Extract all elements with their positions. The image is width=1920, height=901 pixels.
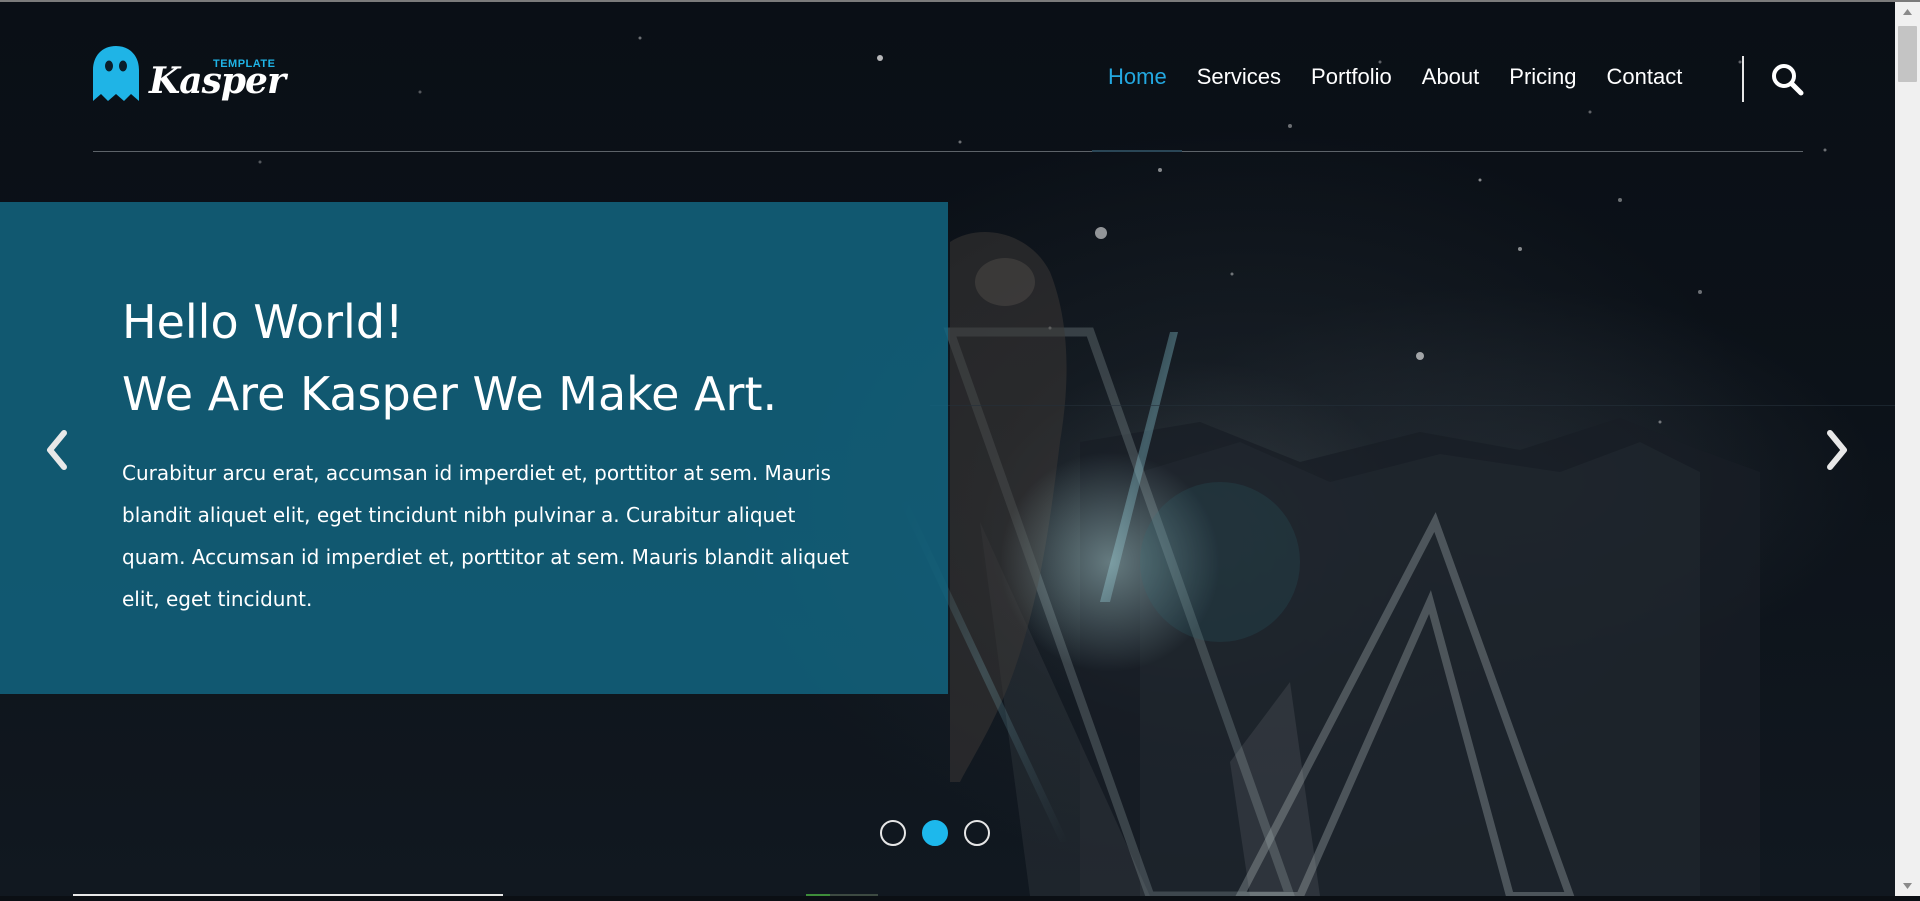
kasper-logo[interactable]: TEMPLATE Kasper bbox=[93, 46, 286, 108]
nav-item-about[interactable]: About bbox=[1422, 64, 1480, 90]
scroll-down-arrow-icon bbox=[1903, 883, 1912, 889]
scroll-up-button[interactable] bbox=[1895, 2, 1920, 22]
search-button[interactable] bbox=[1770, 62, 1804, 96]
slider-dot-1[interactable] bbox=[880, 820, 906, 846]
nav-item-portfolio[interactable]: Portfolio bbox=[1311, 64, 1392, 90]
hero-section: TEMPLATE Kasper Home Services Portfolio … bbox=[0, 2, 1895, 896]
chevron-left-icon bbox=[47, 430, 67, 470]
main-nav: Home Services Portfolio About Pricing Co… bbox=[1108, 64, 1712, 90]
slider-dot-2[interactable] bbox=[922, 820, 948, 846]
scroll-up-arrow-icon bbox=[1903, 9, 1912, 15]
slider-dot-3[interactable] bbox=[964, 820, 990, 846]
nav-separator bbox=[1742, 56, 1744, 102]
ghost-icon bbox=[93, 46, 139, 101]
slide-title-line-1: Hello World! bbox=[122, 295, 404, 349]
search-icon bbox=[1772, 64, 1804, 96]
header-divider-accent bbox=[1092, 150, 1182, 152]
scroll-down-button[interactable] bbox=[1895, 876, 1920, 896]
slider-next-button[interactable] bbox=[1816, 427, 1856, 473]
slide-title: Hello World! We Are Kasper We Make Art. bbox=[122, 286, 777, 430]
scrollbar-thumb[interactable] bbox=[1898, 26, 1917, 82]
slide-title-line-2: We Are Kasper We Make Art. bbox=[122, 367, 778, 421]
window-top-border bbox=[0, 0, 1920, 2]
header-divider bbox=[93, 151, 1803, 152]
slide-content-box: Hello World! We Are Kasper We Make Art. … bbox=[0, 202, 948, 694]
slider-prev-button[interactable] bbox=[38, 427, 78, 473]
slide-description: Curabitur arcu erat, accumsan id imperdi… bbox=[122, 461, 849, 611]
chevron-right-icon bbox=[1827, 430, 1847, 470]
vertical-scrollbar[interactable] bbox=[1895, 2, 1920, 896]
nav-item-services[interactable]: Services bbox=[1197, 64, 1281, 90]
nav-item-home[interactable]: Home bbox=[1108, 64, 1167, 90]
logo-wordmark: Kasper bbox=[149, 60, 286, 102]
nav-item-pricing[interactable]: Pricing bbox=[1509, 64, 1576, 90]
nav-item-contact[interactable]: Contact bbox=[1607, 64, 1683, 90]
slider-pagination bbox=[880, 820, 990, 846]
